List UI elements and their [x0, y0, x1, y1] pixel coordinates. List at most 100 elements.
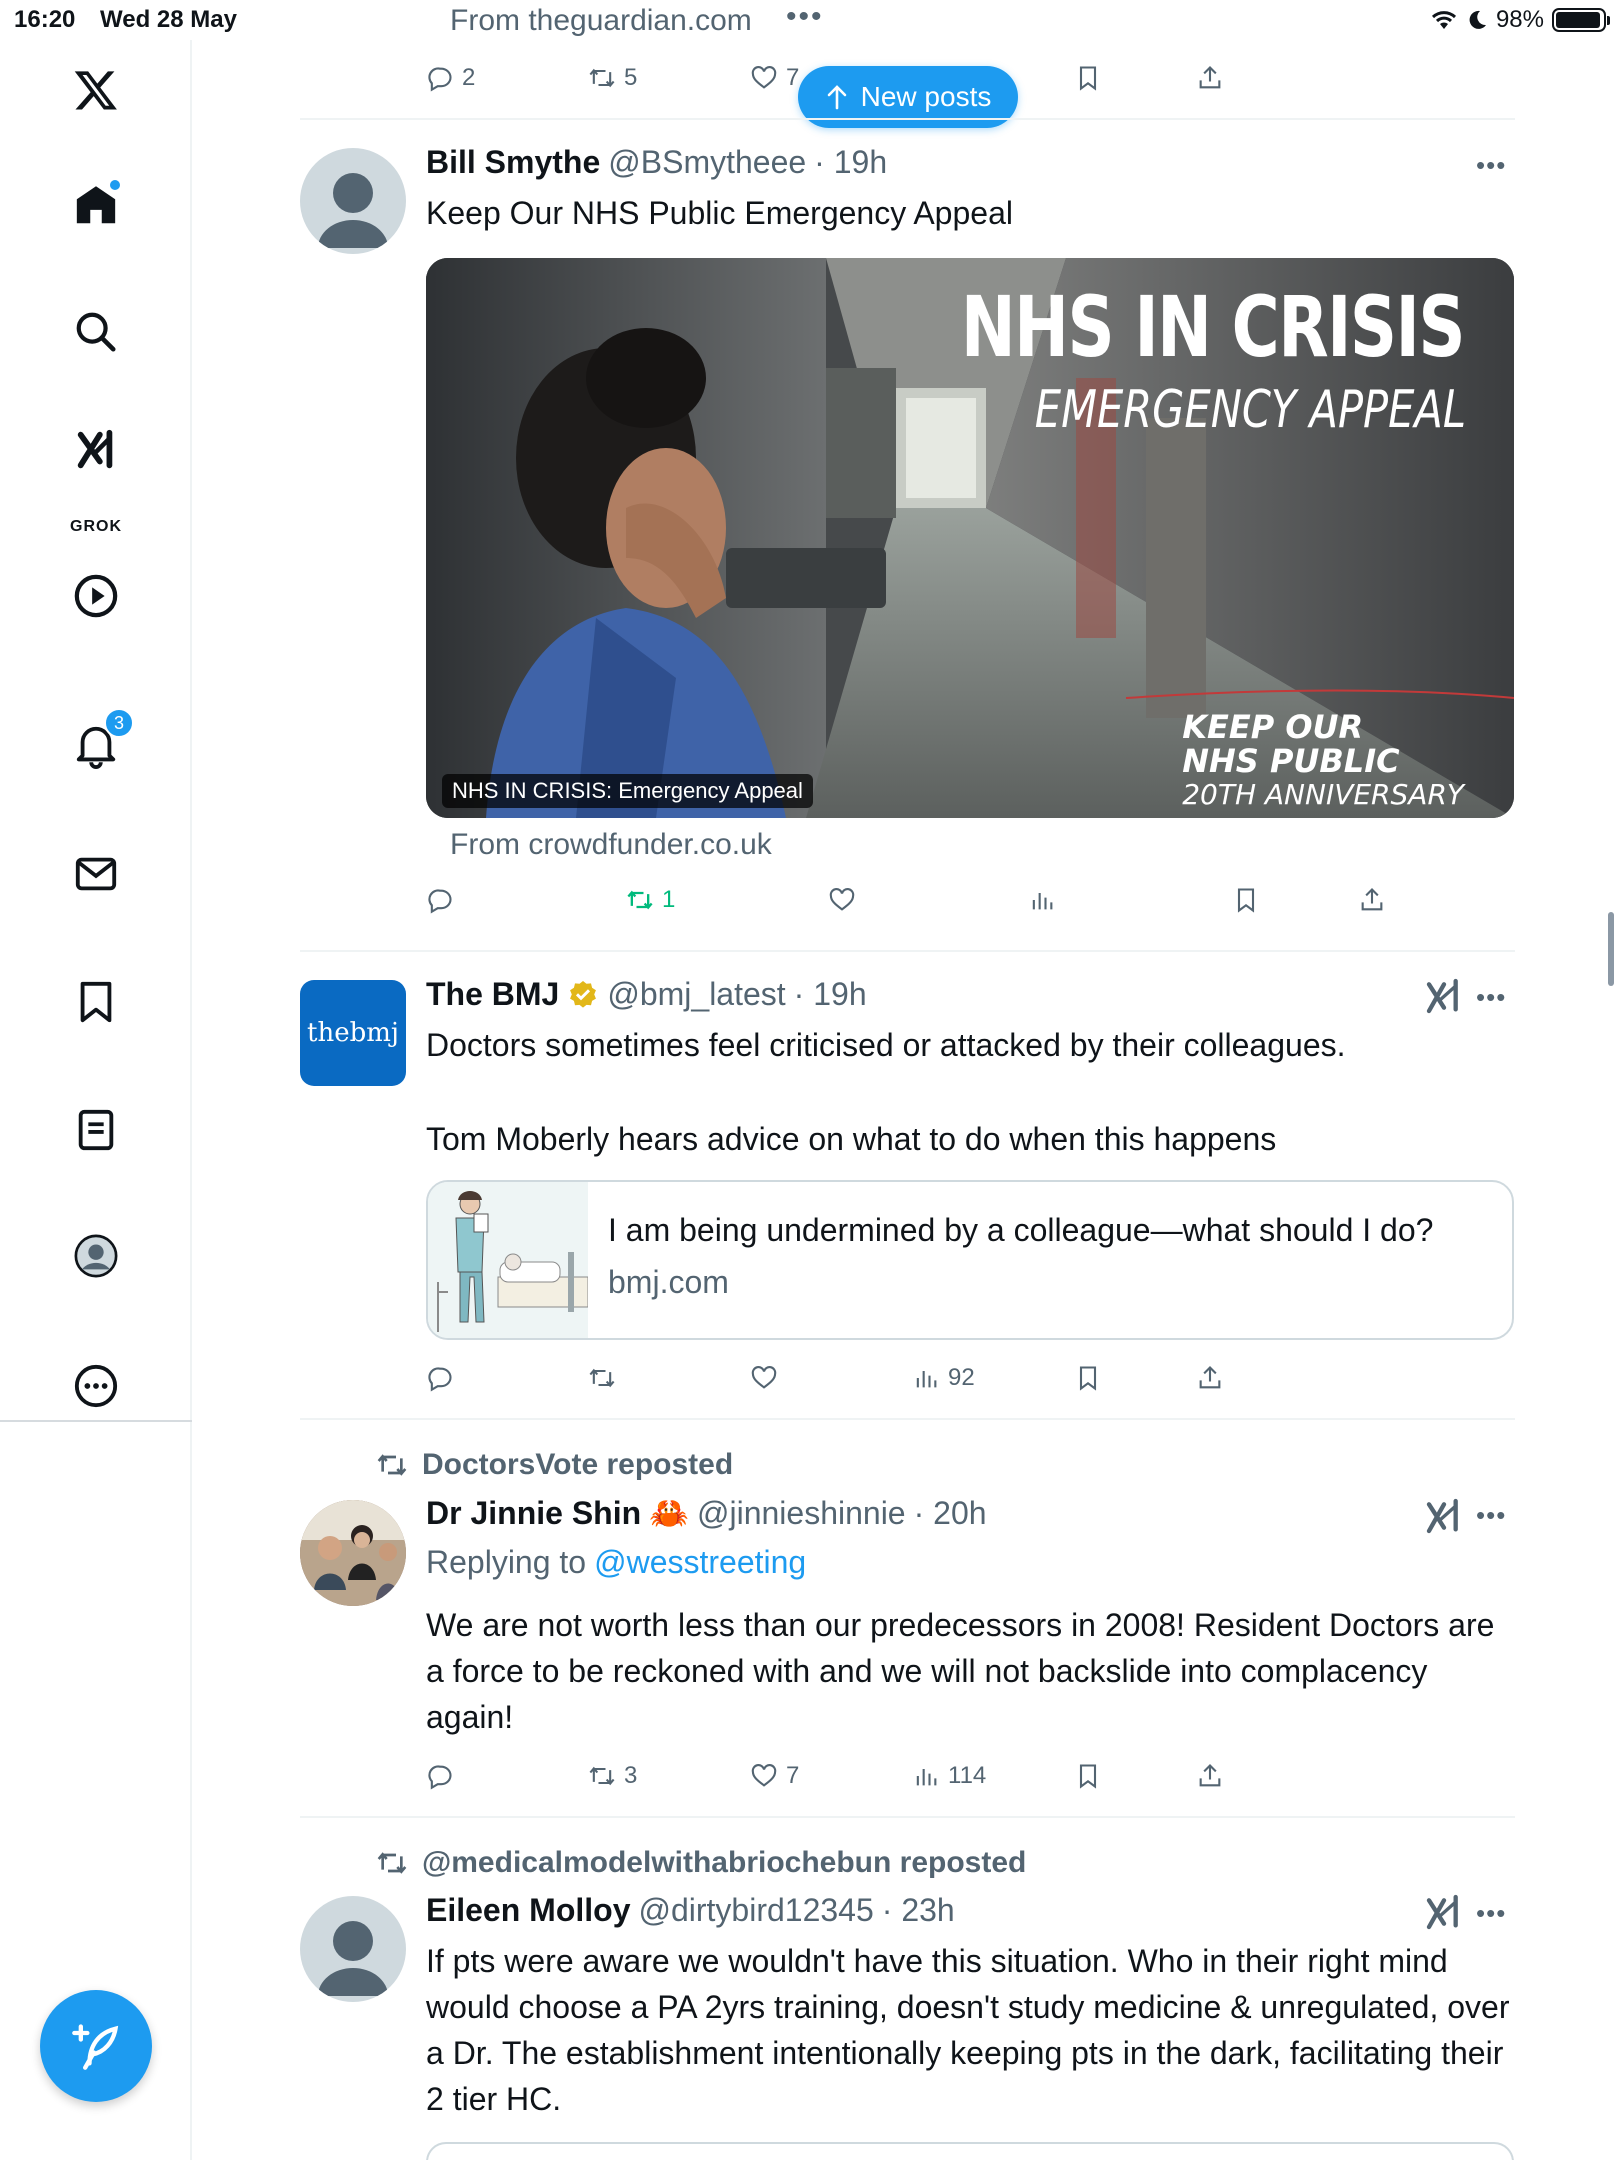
bookmark-button[interactable]	[1074, 1358, 1102, 1398]
post-actions: 1	[426, 880, 1436, 920]
reposted-by-label: DoctorsVote reposted	[422, 1448, 734, 1481]
post-time[interactable]: · 19h	[794, 976, 867, 1013]
post-more-button[interactable]: •••	[1476, 982, 1506, 1013]
views-chart-icon	[916, 1371, 937, 1388]
author-name[interactable]: Bill Smythe	[426, 144, 600, 181]
bookmark-button[interactable]	[1074, 1756, 1102, 1796]
crab-emoji: 🦀	[649, 1495, 689, 1531]
share-button[interactable]	[1196, 1756, 1224, 1796]
author-handle[interactable]: @bmj_latest	[607, 976, 785, 1013]
bookmark-icon	[1237, 888, 1255, 913]
post-embedded-card-edge[interactable]	[426, 2142, 1514, 2160]
grok-explain-icon[interactable]	[1424, 1496, 1464, 1536]
media-caption: NHS IN CRISIS: Emergency Appeal	[442, 774, 813, 808]
author-handle[interactable]: @BSmytheee	[608, 144, 806, 181]
repost-indicator[interactable]: @medicalmodelwithabriochebun reposted	[376, 1846, 1026, 1880]
post-more-button[interactable]: •••	[1476, 150, 1506, 181]
views-button[interactable]: 92	[912, 1358, 975, 1398]
post-time[interactable]: · 19h	[814, 144, 887, 181]
repost-indicator[interactable]: DoctorsVote reposted	[376, 1448, 733, 1482]
views-count: 114	[948, 1762, 987, 1789]
author-handle[interactable]: @dirtybird12345	[638, 1892, 873, 1929]
views-button[interactable]	[1028, 880, 1056, 920]
bookmark-button[interactable]	[1232, 880, 1260, 920]
reply-button[interactable]: 2	[426, 58, 475, 98]
replying-to-prefix: Replying to	[426, 1544, 587, 1580]
heart-icon	[751, 66, 777, 89]
repost-button[interactable]: 1	[626, 880, 675, 920]
media-source[interactable]: From crowdfunder.co.uk	[450, 828, 772, 862]
repost-button[interactable]: 5	[588, 58, 637, 98]
multitasking-dots-icon[interactable]: •••	[786, 0, 824, 34]
grok-label: GROK	[70, 518, 122, 535]
author-handle[interactable]: @jinnieshinnie	[697, 1495, 906, 1532]
bookmarks-icon[interactable]	[66, 972, 126, 1032]
reply-button[interactable]	[426, 1358, 454, 1398]
arrow-up-icon	[827, 85, 846, 110]
author-name[interactable]: Eileen Molloy	[426, 1892, 630, 1929]
avatar[interactable]: thebmj	[300, 980, 406, 1086]
home-unread-dot	[108, 178, 122, 192]
avatar[interactable]	[300, 148, 406, 254]
lists-icon[interactable]	[66, 1100, 126, 1160]
post-time[interactable]: · 23h	[882, 1892, 955, 1929]
post-header: Bill Smythe @BSmytheee · 19h	[426, 144, 887, 181]
media-headline: NHS IN CRISIS	[960, 278, 1466, 376]
reply-icon	[428, 889, 452, 914]
grok-explain-icon[interactable]	[1424, 1892, 1464, 1932]
repost-icon	[377, 1454, 407, 1476]
like-button[interactable]: 7	[750, 58, 799, 98]
repost-button[interactable]: 3	[588, 1756, 637, 1796]
link-preview-card[interactable]: I am being undermined by a colleague—wha…	[426, 1180, 1514, 1340]
search-icon[interactable]	[66, 302, 126, 362]
post-more-button[interactable]: •••	[1476, 1898, 1506, 1929]
like-button[interactable]	[750, 1358, 778, 1398]
replying-to-handle[interactable]: @wesstreeting	[594, 1544, 806, 1581]
author-name[interactable]: Dr Jinnie Shin	[426, 1495, 641, 1532]
compose-feather-icon	[72, 2024, 119, 2070]
post-text: If pts were aware we wouldn't have this …	[426, 1943, 1510, 2117]
reply-button[interactable]	[426, 1756, 454, 1796]
profile-avatar-icon[interactable]	[66, 1226, 126, 1286]
repost-button[interactable]	[588, 1358, 616, 1398]
share-button[interactable]	[1196, 1358, 1224, 1398]
post-more-button[interactable]: •••	[1476, 1500, 1506, 1531]
bookmark-icon	[1079, 66, 1097, 91]
messages-envelope-icon[interactable]	[66, 844, 126, 904]
views-chart-icon	[916, 1769, 937, 1786]
like-button[interactable]: 7	[750, 1756, 799, 1796]
post-separator	[300, 1816, 1515, 1818]
share-button[interactable]	[1196, 58, 1224, 98]
video-play-icon[interactable]	[66, 566, 126, 626]
reply-button[interactable]	[426, 880, 454, 920]
views-button[interactable]: 114	[912, 1756, 986, 1796]
post-time[interactable]: · 20h	[914, 1495, 987, 1532]
new-posts-label: New posts	[860, 81, 992, 112]
avatar[interactable]	[300, 1500, 406, 1606]
reply-icon	[428, 1367, 452, 1392]
post-media-image[interactable]: NHS IN CRISIS EMERGENCY APPEAL KEEP OUR …	[426, 258, 1514, 818]
post-header: The BMJ @bmj_latest · 19h	[426, 976, 867, 1013]
home-icon[interactable]	[66, 176, 126, 236]
like-button[interactable]	[828, 880, 856, 920]
link-title: I am being undermined by a colleague—wha…	[608, 1212, 1434, 1248]
bookmark-button[interactable]	[1074, 58, 1102, 98]
author-name[interactable]: The BMJ	[426, 976, 559, 1013]
more-options-circle-icon[interactable]	[66, 1356, 126, 1416]
grok-icon[interactable]	[66, 420, 126, 480]
previous-post-source[interactable]: From theguardian.com	[450, 4, 752, 38]
repost-icon	[589, 68, 615, 88]
avatar[interactable]	[300, 1896, 406, 2002]
post-text: Keep Our NHS Public Emergency Appeal	[426, 195, 1013, 231]
compose-post-button[interactable]	[40, 1990, 152, 2102]
share-icon	[1199, 66, 1221, 89]
like-count: 7	[786, 64, 800, 91]
scrollbar[interactable]	[1608, 912, 1614, 986]
grok-explain-icon[interactable]	[1424, 976, 1464, 1016]
share-button[interactable]	[1358, 880, 1386, 920]
x-logo-icon[interactable]	[66, 60, 126, 120]
notifications-bell-icon[interactable]: 3	[66, 708, 134, 776]
post-separator	[300, 950, 1515, 952]
wifi-icon	[1431, 11, 1456, 29]
battery-icon	[1552, 8, 1610, 32]
